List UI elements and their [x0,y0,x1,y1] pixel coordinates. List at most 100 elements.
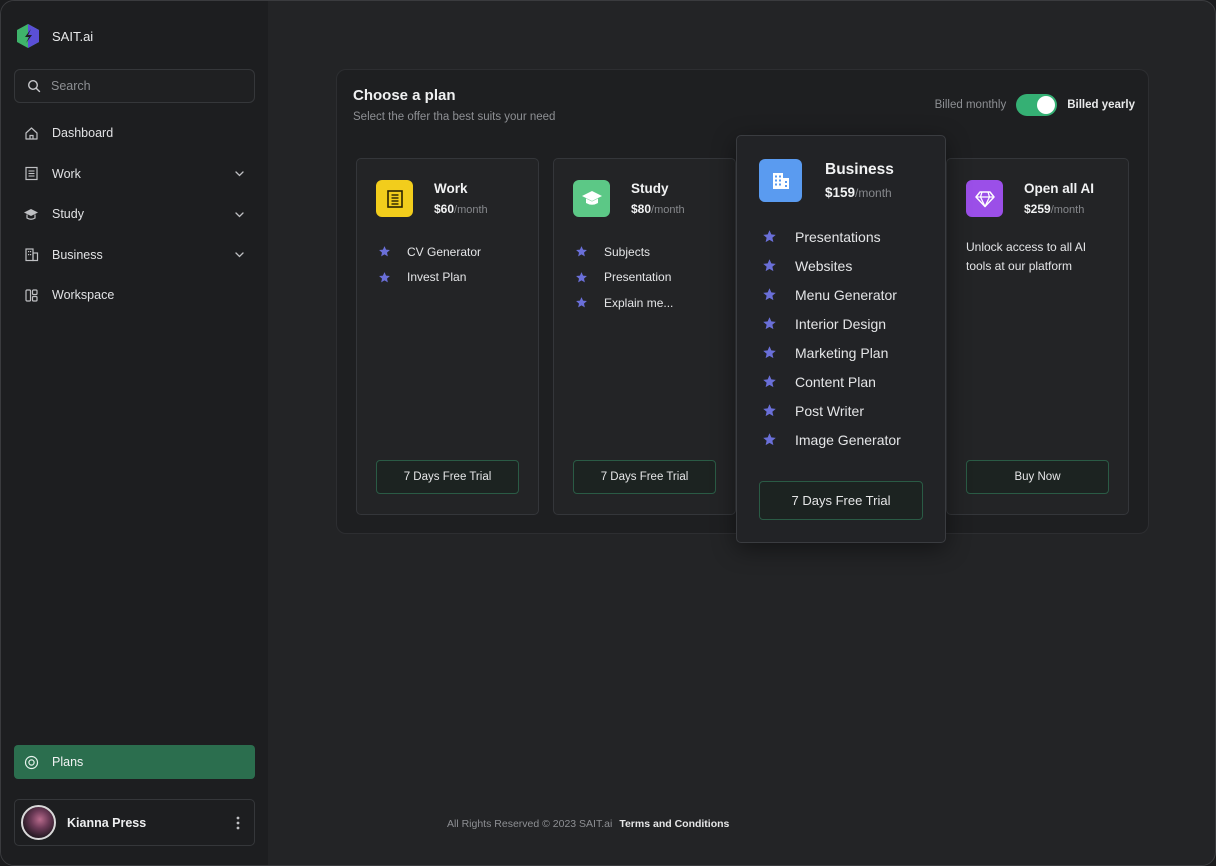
document-icon [23,166,39,182]
feature-label: Websites [795,257,853,274]
price-period: /month [1050,204,1085,216]
buy-now-button[interactable]: Buy Now [966,460,1109,494]
sait-logo-icon [17,24,39,48]
graduation-cap-icon [23,206,39,222]
plan-card-study: Study $80/month Subjects Presentation Ex… [553,158,736,515]
price-amount: $60 [434,202,455,216]
search-input[interactable] [51,79,231,93]
sidebar-item-plans[interactable]: Plans [14,745,255,779]
sidebar-item-dashboard[interactable]: Dashboard [14,113,255,154]
chevron-down-icon[interactable] [234,209,245,220]
feature-item: Explain me... [575,290,725,316]
feature-item: Marketing Plan [762,338,932,367]
feature-label: Menu Generator [795,286,897,303]
copyright-text: All Rights Reserved © 2023 SAIT.ai [447,818,613,830]
chevron-down-icon[interactable] [234,168,245,179]
plan-name: Study [631,181,669,196]
star-icon [763,404,776,417]
chevron-down-icon[interactable] [234,249,245,260]
feature-label: Explain me... [604,295,674,310]
feature-item: Image Generator [762,425,932,454]
plan-card-open-all-ai: Open all AI $259/month Unlock access to … [946,158,1129,515]
plan-price: $80/month [631,202,685,216]
price-amount: $159 [825,185,856,200]
graduation-cap-icon [573,180,610,217]
layout-icon [23,287,39,303]
avatar[interactable] [21,805,56,840]
plan-card-business: Business $159/month Presentations Websit… [736,135,946,543]
star-icon [763,375,776,388]
star-icon [763,288,776,301]
star-icon [576,246,587,257]
feature-item: Websites [762,251,932,280]
plan-price: $159/month [825,185,892,200]
brand[interactable]: SAIT.ai [14,22,93,50]
page-title: Choose a plan [353,87,456,104]
feature-label: Presentations [795,228,881,245]
feature-label: CV Generator [407,244,482,259]
billed-yearly-label[interactable]: Billed yearly [1067,99,1135,111]
diamond-icon [966,180,1003,217]
feature-label: Subjects [604,244,651,259]
star-icon [379,271,390,283]
footer: All Rights Reserved © 2023 SAIT.ai Terms… [447,818,729,830]
target-icon [23,754,39,770]
building-icon [759,159,802,202]
feature-item: Interior Design [762,309,932,338]
price-period: /month [651,204,685,216]
feature-item: Post Writer [762,396,932,425]
feature-list: CV Generator Invest Plan [378,239,528,290]
price-amount: $259 [1024,202,1051,216]
star-icon [576,297,587,308]
building-icon [23,247,39,263]
user-profile[interactable]: Kianna Press [14,799,255,846]
star-icon [763,433,776,446]
plan-name: Open all AI [1024,181,1095,196]
plan-price: $60/month [434,202,488,216]
billing-toggle[interactable] [1016,94,1058,116]
feature-list: Presentations Websites Menu Generator In… [762,222,932,454]
sidebar-item-label: Study [52,207,84,222]
billed-monthly-label[interactable]: Billed monthly [935,99,1007,111]
star-icon [763,346,776,359]
feature-label: Marketing Plan [795,344,889,361]
star-icon [763,259,776,272]
sidebar-item-work[interactable]: Work [14,154,255,195]
feature-item: Content Plan [762,367,932,396]
sidebar-item-business[interactable]: Business [14,235,255,276]
free-trial-button[interactable]: 7 Days Free Trial [759,481,923,520]
page-subtitle: Select the offer tha best suits your nee… [353,111,556,123]
free-trial-button[interactable]: 7 Days Free Trial [573,460,716,494]
sidebar-item-label: Work [52,166,81,181]
sidebar-item-workspace[interactable]: Workspace [14,275,255,316]
sidebar-item-label: Workspace [52,288,115,303]
free-trial-button[interactable]: 7 Days Free Trial [376,460,519,494]
feature-item: Subjects [575,239,725,265]
feature-item: Presentation [575,265,725,291]
brand-name: SAIT.ai [52,28,94,44]
feature-label: Image Generator [795,431,901,448]
feature-item: Presentations [762,222,932,251]
star-icon [763,230,776,243]
feature-list: Subjects Presentation Explain me... [575,239,725,316]
terms-link[interactable]: Terms and Conditions [619,818,729,830]
plan-name: Business [825,161,894,178]
more-vertical-icon[interactable] [236,816,240,830]
plan-name: Work [434,181,468,196]
feature-item: Menu Generator [762,280,932,309]
star-icon [763,317,776,330]
user-name: Kianna Press [67,815,147,830]
sidebar-item-study[interactable]: Study [14,194,255,235]
billing-switch: Billed monthly Billed yearly [935,94,1135,116]
feature-label: Post Writer [795,402,864,419]
home-icon [23,125,39,141]
feature-label: Interior Design [795,315,887,332]
sidebar-item-label: Business [52,247,103,262]
price-period: /month [454,204,488,216]
price-amount: $80 [631,202,652,216]
plan-price: $259/month [1024,202,1084,216]
feature-label: Content Plan [795,373,876,390]
search-box[interactable] [14,69,255,103]
feature-item: Invest Plan [378,265,528,291]
document-icon [376,180,413,217]
